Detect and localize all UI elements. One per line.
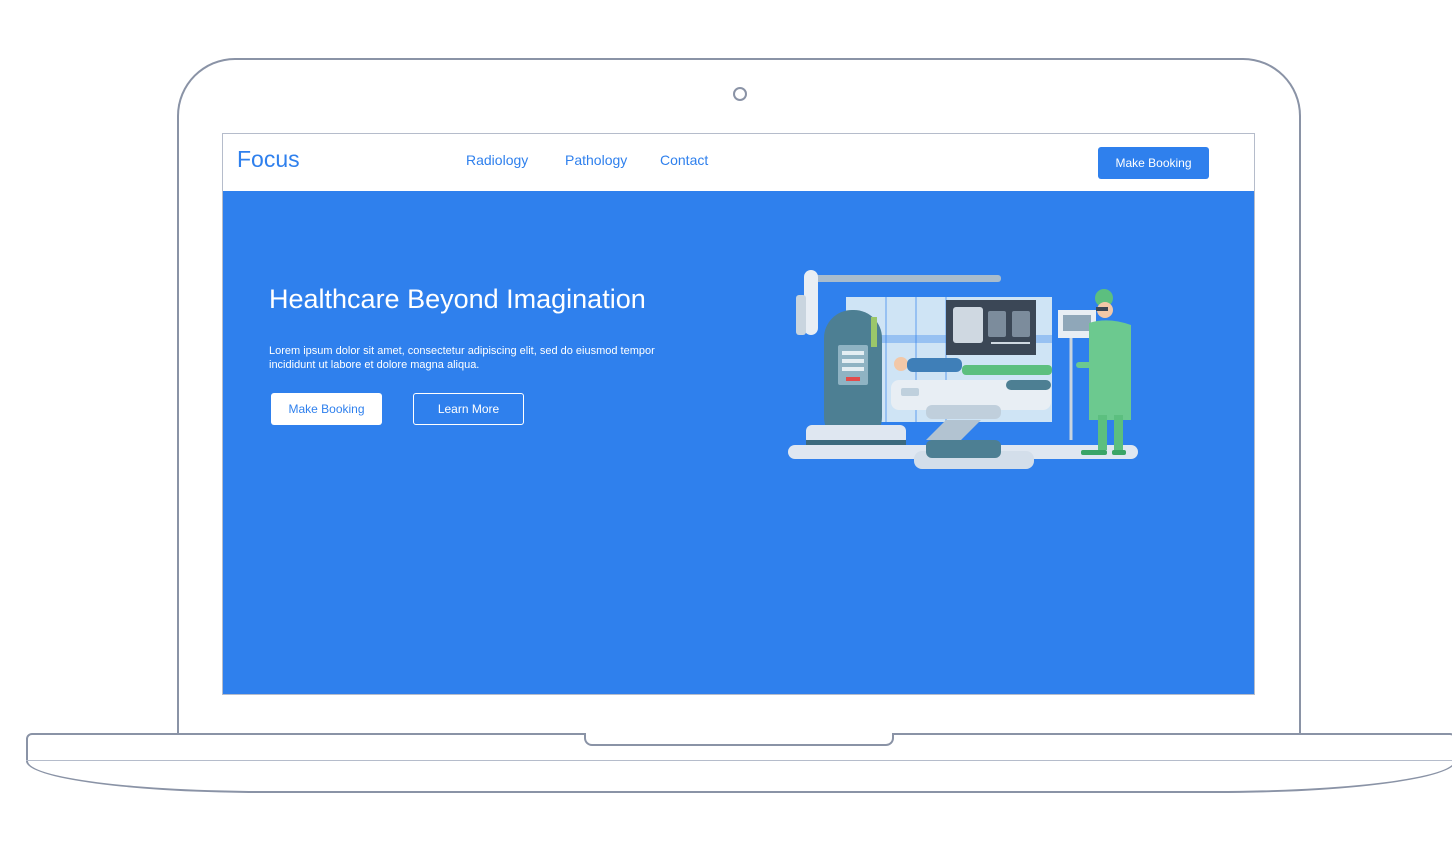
- hero-make-booking-button[interactable]: Make Booking: [271, 393, 382, 425]
- hero-title: Healthcare Beyond Imagination: [269, 284, 646, 314]
- camera-icon: [733, 87, 747, 101]
- mri-scan-illustration: [788, 270, 1138, 469]
- laptop-base-divider: [26, 760, 1452, 761]
- hero-learn-more-button[interactable]: Learn More: [413, 393, 524, 425]
- nav-link-radiology[interactable]: Radiology: [466, 152, 528, 168]
- nav-make-booking-button[interactable]: Make Booking: [1098, 147, 1209, 179]
- laptop-trackpad-notch: [584, 733, 894, 746]
- hero-section: Healthcare Beyond Imagination Lorem ipsu…: [223, 191, 1254, 694]
- website-screen: Focus Radiology Pathology Contact Make B…: [222, 133, 1255, 695]
- navbar: Focus Radiology Pathology Contact Make B…: [223, 134, 1254, 191]
- brand-logo[interactable]: Focus: [237, 146, 300, 173]
- nav-link-contact[interactable]: Contact: [660, 152, 708, 168]
- hero-description: Lorem ipsum dolor sit amet, consectetur …: [269, 345, 655, 371]
- laptop-mockup: Focus Radiology Pathology Contact Make B…: [0, 0, 1452, 867]
- nav-link-pathology[interactable]: Pathology: [565, 152, 627, 168]
